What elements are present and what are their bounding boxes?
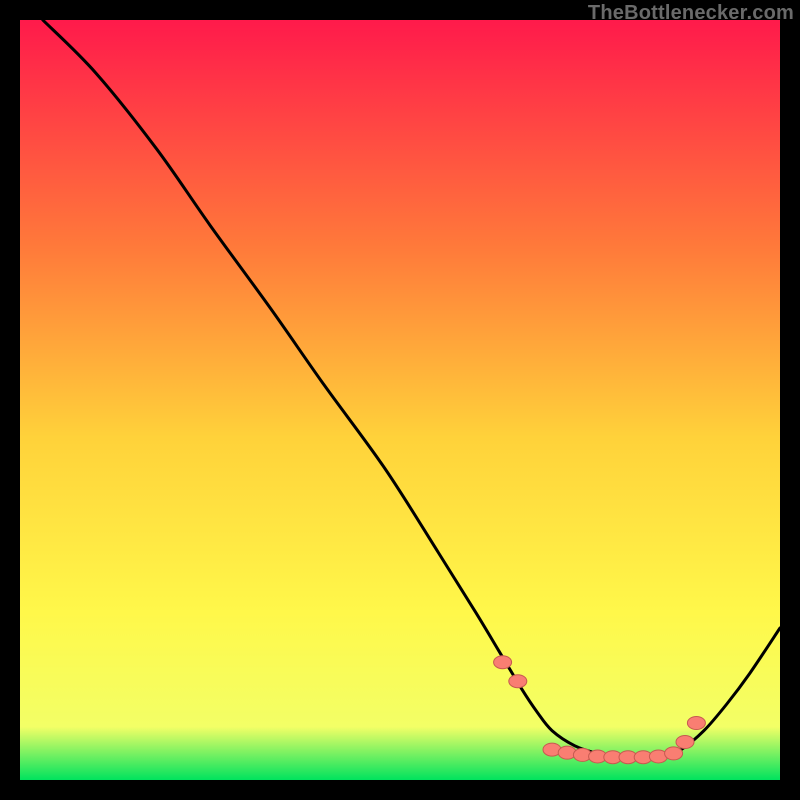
bottleneck-curve-chart	[20, 20, 780, 780]
gradient-background	[20, 20, 780, 780]
curve-marker	[509, 675, 527, 688]
chart-frame: TheBottlenecker.com	[0, 0, 800, 800]
curve-marker	[687, 717, 705, 730]
curve-marker	[494, 656, 512, 669]
plot-area	[20, 20, 780, 780]
curve-marker	[676, 736, 694, 749]
curve-marker	[665, 747, 683, 760]
